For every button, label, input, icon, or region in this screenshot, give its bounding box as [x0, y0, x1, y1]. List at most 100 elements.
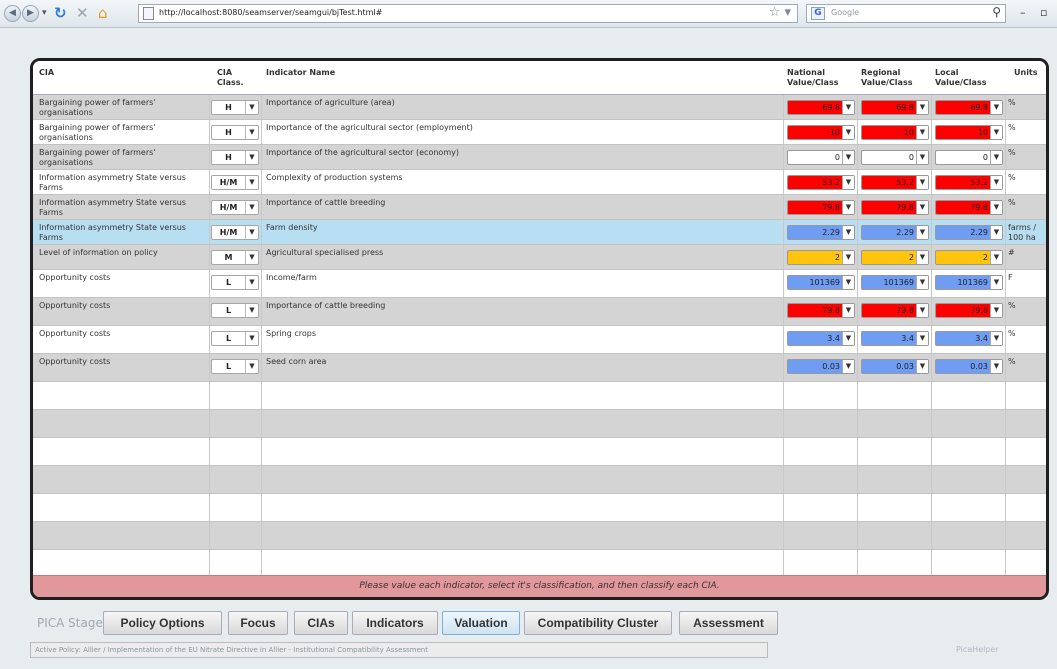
- cia-class-select[interactable]: H ▼: [211, 125, 259, 140]
- national-value-select[interactable]: 79.8 ▼: [787, 200, 855, 215]
- stage-button-focus[interactable]: Focus: [228, 611, 288, 635]
- minimize-icon[interactable]: –: [1020, 4, 1026, 22]
- cia-class-select[interactable]: M ▼: [211, 250, 259, 265]
- cia-class-select[interactable]: H/M ▼: [211, 225, 259, 240]
- national-value-select[interactable]: 69.8 ▼: [787, 100, 855, 115]
- home-icon[interactable]: ⌂: [98, 4, 108, 22]
- chevron-down-icon[interactable]: ▼: [916, 276, 928, 289]
- chevron-down-icon[interactable]: ▼: [916, 304, 928, 317]
- forward-icon[interactable]: ▶: [22, 5, 39, 22]
- chevron-down-icon[interactable]: ▼: [842, 360, 854, 373]
- search-input[interactable]: G Google ⚲: [806, 4, 1006, 23]
- local-value-select[interactable]: 101369 ▼: [935, 275, 1003, 290]
- local-value-select[interactable]: 0.03 ▼: [935, 359, 1003, 374]
- local-value-select[interactable]: 0 ▼: [935, 150, 1003, 165]
- chevron-down-icon[interactable]: ▼: [990, 126, 1002, 139]
- chevron-down-icon[interactable]: ▼: [842, 126, 854, 139]
- table-row[interactable]: Information asymmetry State versus Farms…: [33, 220, 1046, 245]
- chevron-down-icon[interactable]: ▼: [842, 332, 854, 345]
- table-row[interactable]: Opportunity costs L ▼ Income/farm 101369 ▼ 101…: [33, 270, 1046, 298]
- chevron-down-icon[interactable]: ▼: [990, 251, 1002, 264]
- chevron-down-icon[interactable]: ▼: [245, 226, 258, 239]
- regional-value-select[interactable]: 101369 ▼: [861, 275, 929, 290]
- cia-class-select[interactable]: L ▼: [211, 331, 259, 346]
- google-icon[interactable]: G: [811, 7, 825, 20]
- stage-button-cias[interactable]: CIAs: [294, 611, 348, 635]
- chevron-down-icon[interactable]: ▼: [990, 332, 1002, 345]
- reload-icon[interactable]: ↻: [54, 4, 67, 22]
- table-row[interactable]: Information asymmetry State versus Farms…: [33, 170, 1046, 195]
- chevron-down-icon[interactable]: ▼: [990, 101, 1002, 114]
- chevron-down-icon[interactable]: ▼: [990, 226, 1002, 239]
- chevron-down-icon[interactable]: ▼: [245, 176, 258, 189]
- local-value-select[interactable]: 10 ▼: [935, 125, 1003, 140]
- chevron-down-icon[interactable]: ▼: [245, 251, 258, 264]
- back-icon[interactable]: ◀: [4, 5, 21, 22]
- regional-value-select[interactable]: 69.8 ▼: [861, 100, 929, 115]
- table-row[interactable]: Opportunity costs L ▼ Importance of cattle …: [33, 298, 1046, 326]
- local-value-select[interactable]: 79.8 ▼: [935, 200, 1003, 215]
- cia-class-select[interactable]: H/M ▼: [211, 200, 259, 215]
- chevron-down-icon[interactable]: ▼: [842, 201, 854, 214]
- regional-value-select[interactable]: 79.8 ▼: [861, 200, 929, 215]
- chevron-down-icon[interactable]: ▼: [245, 101, 258, 114]
- chevron-down-icon[interactable]: ▼: [245, 126, 258, 139]
- chevron-down-icon[interactable]: ▼: [990, 276, 1002, 289]
- chevron-down-icon[interactable]: ▼: [916, 176, 928, 189]
- address-bar[interactable]: http://localhost:8080/seamserver/seamgui…: [138, 4, 798, 23]
- chevron-down-icon[interactable]: ▼: [916, 360, 928, 373]
- national-value-select[interactable]: 3.4 ▼: [787, 331, 855, 346]
- table-row[interactable]: Bargaining power of farmers' organisatio…: [33, 145, 1046, 170]
- regional-value-select[interactable]: 0 ▼: [861, 150, 929, 165]
- chevron-down-icon[interactable]: ▼: [916, 251, 928, 264]
- stage-button-policy-options[interactable]: Policy Options: [103, 611, 222, 635]
- chevron-down-icon[interactable]: ▼: [916, 332, 928, 345]
- chevron-down-icon[interactable]: ▼: [842, 226, 854, 239]
- table-row[interactable]: Opportunity costs L ▼ Spring crops 3.4 ▼ 3.4 ▼ 3…: [33, 326, 1046, 354]
- chevron-down-icon[interactable]: ▼: [842, 251, 854, 264]
- chevron-down-icon[interactable]: ▼: [245, 201, 258, 214]
- table-row[interactable]: Bargaining power of farmers' organisatio…: [33, 120, 1046, 145]
- regional-value-select[interactable]: 10 ▼: [861, 125, 929, 140]
- cia-class-select[interactable]: L ▼: [211, 275, 259, 290]
- national-value-select[interactable]: 2.29 ▼: [787, 225, 855, 240]
- chevron-down-icon[interactable]: ▼: [916, 201, 928, 214]
- chevron-down-icon[interactable]: ▼: [990, 304, 1002, 317]
- chevron-down-icon[interactable]: ▼: [245, 360, 258, 373]
- chevron-down-icon[interactable]: ▼: [842, 276, 854, 289]
- restore-icon[interactable]: ▫: [1040, 4, 1047, 22]
- national-value-select[interactable]: 2 ▼: [787, 250, 855, 265]
- cia-class-select[interactable]: H ▼: [211, 150, 259, 165]
- cia-class-select[interactable]: H/M ▼: [211, 175, 259, 190]
- stage-button-compatibility-cluster[interactable]: Compatibility Cluster: [524, 611, 672, 635]
- chevron-down-icon[interactable]: ▼: [916, 226, 928, 239]
- table-row[interactable]: Information asymmetry State versus Farms…: [33, 195, 1046, 220]
- chevron-down-icon[interactable]: ▼: [990, 201, 1002, 214]
- pica-helper-link[interactable]: PicaHelper: [956, 645, 999, 654]
- national-value-select[interactable]: 101369 ▼: [787, 275, 855, 290]
- cia-class-select[interactable]: L ▼: [211, 303, 259, 318]
- local-value-select[interactable]: 2 ▼: [935, 250, 1003, 265]
- local-value-select[interactable]: 69.8 ▼: [935, 100, 1003, 115]
- table-row[interactable]: Opportunity costs L ▼ Seed corn area 0.03 ▼ 0.…: [33, 354, 1046, 382]
- chevron-down-icon[interactable]: ▼: [916, 151, 928, 164]
- stage-button-indicators[interactable]: Indicators: [352, 611, 438, 635]
- chevron-down-icon[interactable]: ▼: [990, 176, 1002, 189]
- regional-value-select[interactable]: 3.4 ▼: [861, 331, 929, 346]
- national-value-select[interactable]: 0.03 ▼: [787, 359, 855, 374]
- local-value-select[interactable]: 2.29 ▼: [935, 225, 1003, 240]
- chevron-down-icon[interactable]: ▼: [245, 151, 258, 164]
- stop-icon[interactable]: ✕: [76, 4, 89, 22]
- chevron-down-icon[interactable]: ▼: [990, 360, 1002, 373]
- chevron-down-icon[interactable]: ▼: [842, 176, 854, 189]
- regional-value-select[interactable]: 53.2 ▼: [861, 175, 929, 190]
- table-row[interactable]: Level of information on policy M ▼ Agricult…: [33, 245, 1046, 270]
- chevron-down-icon[interactable]: ▼: [842, 304, 854, 317]
- national-value-select[interactable]: 10 ▼: [787, 125, 855, 140]
- table-row[interactable]: Bargaining power of farmers' organisatio…: [33, 95, 1046, 120]
- stage-button-valuation[interactable]: Valuation: [442, 611, 520, 635]
- stage-button-assessment[interactable]: Assessment: [679, 611, 778, 635]
- chevron-down-icon[interactable]: ▼: [842, 151, 854, 164]
- chevron-down-icon[interactable]: ▼: [842, 101, 854, 114]
- regional-value-select[interactable]: 79.8 ▼: [861, 303, 929, 318]
